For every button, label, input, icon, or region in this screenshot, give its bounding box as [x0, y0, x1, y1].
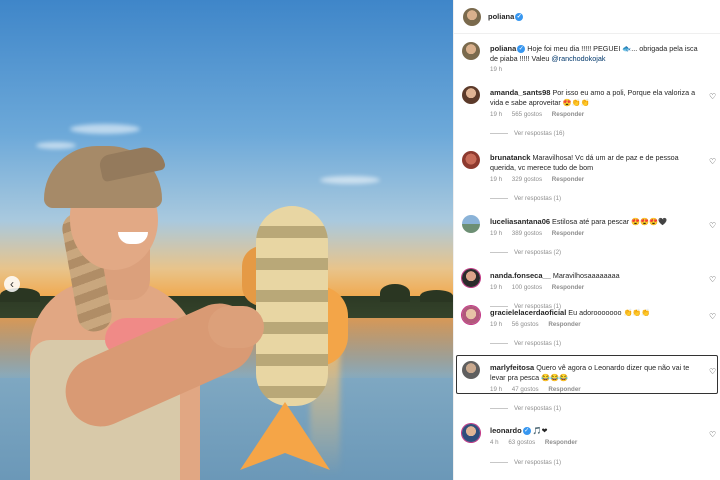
cloud — [36, 142, 76, 149]
comment-text: Maravilhosaaaaaaaa — [552, 271, 620, 280]
comment-likes[interactable]: 63 gostos — [508, 439, 535, 446]
reply-button[interactable]: Responder — [548, 321, 580, 328]
carousel-prev-button[interactable]: ‹ — [4, 276, 20, 292]
cloud — [320, 176, 380, 184]
avatar[interactable] — [462, 42, 480, 60]
reply-button[interactable]: Responder — [552, 284, 584, 291]
comment-likes[interactable]: 329 gostos — [512, 176, 542, 183]
post-header: poliana ✓ — [454, 0, 720, 34]
view-replies-button[interactable]: Ver respostas (1) — [490, 195, 561, 202]
like-heart-icon[interactable]: ♡ — [709, 92, 716, 101]
highlight-box — [456, 355, 718, 394]
comment-text: Eu adorooooooo 👏👏👏 — [568, 308, 651, 317]
comment-username[interactable]: gracielelacerdaoficial — [490, 308, 566, 317]
avatar[interactable] — [462, 86, 480, 104]
caption-time: 19 h — [490, 66, 503, 73]
comment-time: 19 h — [490, 284, 503, 291]
comment-text: Estilosa até para pescar 😍😍😍🖤 — [552, 217, 667, 226]
hand — [208, 306, 264, 348]
like-heart-icon[interactable]: ♡ — [709, 430, 716, 439]
avatar[interactable] — [462, 215, 480, 233]
comment-username[interactable]: luceliasantana06 — [490, 217, 550, 226]
view-replies-button[interactable]: Ver respostas (16) — [490, 130, 565, 137]
view-replies-button[interactable]: Ver respostas (1) — [490, 459, 561, 466]
avatar[interactable] — [462, 151, 480, 169]
verified-icon: ✓ — [515, 13, 524, 22]
cloud — [70, 124, 140, 134]
comment-username[interactable]: poliana — [490, 44, 516, 53]
fish — [240, 206, 348, 470]
reply-button[interactable]: Responder — [552, 176, 584, 183]
tree — [420, 290, 453, 302]
author-username[interactable]: poliana — [488, 12, 514, 21]
reply-button[interactable]: Responder — [552, 111, 584, 118]
comment-time: 4 h — [490, 439, 499, 446]
comment-likes[interactable]: 56 gostos — [512, 321, 539, 328]
like-heart-icon[interactable]: ♡ — [709, 157, 716, 166]
avatar[interactable] — [463, 8, 481, 26]
comment-username[interactable]: brunatanck — [490, 153, 530, 162]
view-replies-button[interactable]: Ver respostas (2) — [490, 249, 561, 256]
comment-likes[interactable]: 389 gostos — [512, 230, 542, 237]
verified-icon: ✓ — [522, 427, 531, 436]
reply-button[interactable]: Responder — [545, 439, 577, 446]
post-photo: ‹ — [0, 0, 453, 480]
tree — [380, 284, 410, 302]
comment-likes[interactable]: 100 gostos — [512, 284, 542, 291]
verified-icon: ✓ — [517, 45, 526, 54]
avatar[interactable] — [462, 306, 480, 324]
like-heart-icon[interactable]: ♡ — [709, 275, 716, 284]
comment-time: 19 h — [490, 321, 503, 328]
like-heart-icon[interactable]: ♡ — [709, 221, 716, 230]
avatar[interactable] — [462, 269, 480, 287]
comment-username[interactable]: nanda.fonseca__ — [490, 271, 551, 280]
comments-panel: poliana ✓ poliana ✓ Hoje foi meu dia !!!!!… — [453, 0, 720, 480]
comment-time: 19 h — [490, 111, 503, 118]
view-replies-button[interactable]: Ver respostas (1) — [490, 340, 561, 347]
comment-time: 19 h — [490, 176, 503, 183]
mention-link[interactable]: @ranchodokojak — [551, 54, 605, 63]
view-replies-button[interactable]: Ver respostas (1) — [490, 405, 561, 412]
reply-button[interactable]: Responder — [552, 230, 584, 237]
like-heart-icon[interactable]: ♡ — [709, 312, 716, 321]
comment-likes[interactable]: 565 gostos — [512, 111, 542, 118]
comment-time: 19 h — [490, 230, 503, 237]
comment-text: 🎵❤ — [532, 426, 548, 435]
comment-username[interactable]: leonardo — [490, 426, 522, 435]
comment-username[interactable]: amanda_sants98 — [490, 88, 550, 97]
avatar[interactable] — [462, 424, 480, 442]
